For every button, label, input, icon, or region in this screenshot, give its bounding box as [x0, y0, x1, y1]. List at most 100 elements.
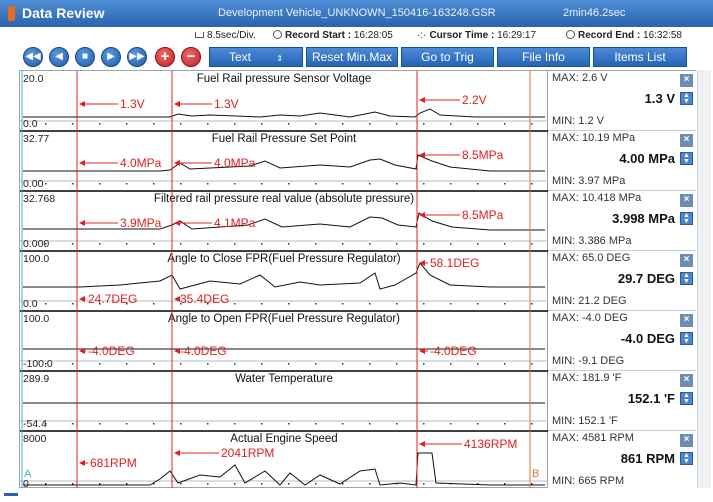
annotation-arrow [419, 212, 425, 218]
items-list-button[interactable]: Items List [593, 47, 687, 67]
y-axis-min: 0.0 [23, 118, 38, 130]
max-value: MAX: 4581 RPM [552, 432, 634, 444]
time-tick [99, 483, 101, 485]
annotation-label: 58.1DEG [430, 256, 479, 270]
time-tick [261, 423, 263, 425]
time-tick [180, 123, 182, 125]
annotation-arrow [79, 101, 85, 107]
reset-min-max-button[interactable]: Reset Min.Max [306, 47, 398, 67]
time-tick [423, 303, 425, 305]
time-tick [180, 363, 182, 365]
time-tick [99, 243, 101, 245]
record-duration: 2min46.2sec [563, 7, 626, 19]
zoom-in-button[interactable]: + [155, 47, 175, 67]
fast-forward-button[interactable]: ▶▶ [127, 47, 147, 67]
time-tick [369, 183, 371, 185]
step-forward-button[interactable]: ▶ [101, 47, 121, 67]
value-panels: MAX: 2.6 V 1.3 V MIN: 1.2 V × ▲ ▼ MAX: 10… [548, 70, 696, 489]
file-name: Development Vehicle_UNKNOWN_150416-16324… [218, 7, 496, 19]
close-icon[interactable]: × [680, 374, 693, 387]
time-tick [153, 303, 155, 305]
spinner-icon[interactable]: ▲ ▼ [680, 452, 693, 465]
close-icon[interactable]: × [680, 254, 693, 267]
step-back-button[interactable]: ◀ [49, 47, 69, 67]
time-tick [369, 363, 371, 365]
spinner-icon[interactable]: ▲ ▼ [680, 332, 693, 345]
time-tick [315, 243, 317, 245]
annotation-label: -4.0DEG [430, 344, 477, 358]
time-tick [261, 363, 263, 365]
time-tick [315, 423, 317, 425]
annotation-arrow [174, 450, 180, 456]
time-tick [423, 243, 425, 245]
time-tick [72, 423, 74, 425]
time-tick [207, 363, 209, 365]
annotation-label: 8.5MPa [462, 208, 504, 222]
spinner-icon[interactable]: ▲ ▼ [680, 212, 693, 225]
annotation-label: 3.9MPa [120, 216, 162, 230]
y-axis-max: 100.0 [23, 253, 49, 265]
time-tick [531, 303, 533, 305]
annotation-label: 24.7DEG [88, 292, 137, 306]
spinner-icon[interactable]: ▲ ▼ [680, 152, 693, 165]
scrollbar[interactable] [697, 70, 711, 488]
time-tick [261, 183, 263, 185]
time-tick [72, 303, 74, 305]
record-info-bar: 8.5sec/Div. Record Start : 16:28:05 ·:· C… [0, 27, 713, 46]
annotation-label: 2041RPM [221, 446, 274, 460]
max-value: MAX: 65.0 DEG [552, 252, 631, 264]
status-strip [0, 488, 713, 502]
rewind-fast-button[interactable]: ◀◀ [23, 47, 43, 67]
close-icon[interactable]: × [680, 194, 693, 207]
time-tick [504, 123, 506, 125]
app-title: Data Review [22, 5, 105, 21]
annotation-label: 1.3V [120, 97, 145, 111]
time-tick [342, 423, 344, 425]
time-tick [369, 483, 371, 485]
time-tick [126, 123, 128, 125]
go-to-trig-button[interactable]: Go to Trig [401, 47, 494, 67]
time-tick [396, 183, 398, 185]
chart-canvas[interactable]: Fuel Rail pressure Sensor Voltage 20.0 0.0… [20, 71, 549, 489]
time-tick [207, 183, 209, 185]
zoom-out-button[interactable]: − [181, 47, 201, 67]
min-value: MIN: 665 RPM [552, 475, 625, 487]
time-tick [369, 123, 371, 125]
annotation-label: 35.4DEG [180, 292, 229, 306]
spinner-icon[interactable]: ▲ ▼ [680, 272, 693, 285]
time-tick [288, 243, 290, 245]
time-tick [207, 123, 209, 125]
chart-area[interactable]: Fuel Rail pressure Sensor Voltage 20.0 0.0… [19, 70, 549, 489]
value-panel: MAX: 181.9 'F 152.1 'F MIN: 152.1 'F × ▲… [548, 371, 696, 431]
max-value: MAX: 10.418 MPa [552, 192, 642, 204]
time-tick [99, 363, 101, 365]
stop-button[interactable]: ■ [75, 47, 95, 67]
annotation-arrow [419, 97, 425, 103]
y-axis-max: 32.768 [23, 193, 55, 205]
text-dropdown[interactable]: Text ⇕ [209, 47, 303, 67]
y-axis-max: 20.0 [23, 73, 44, 85]
close-icon[interactable]: × [680, 434, 693, 447]
time-tick [342, 483, 344, 485]
time-tick [315, 483, 317, 485]
spinner-icon[interactable]: ▲ ▼ [680, 392, 693, 405]
app-logo-icon [8, 6, 15, 21]
time-tick [504, 483, 506, 485]
time-tick [315, 363, 317, 365]
time-tick [99, 423, 101, 425]
time-tick [45, 123, 47, 125]
close-icon[interactable]: × [680, 314, 693, 327]
time-tick [531, 423, 533, 425]
time-tick [396, 243, 398, 245]
time-tick [234, 363, 236, 365]
time-tick [288, 423, 290, 425]
value-panel: MAX: -4.0 DEG -4.0 DEG MIN: -9.1 DEG × ▲… [548, 311, 696, 371]
spinner-icon[interactable]: ▲ ▼ [680, 92, 693, 105]
time-tick [504, 303, 506, 305]
time-tick [72, 243, 74, 245]
file-info-button[interactable]: File Info [497, 47, 590, 67]
close-icon[interactable]: × [680, 134, 693, 147]
time-div-icon [195, 32, 204, 38]
close-icon[interactable]: × [680, 74, 693, 87]
time-tick [126, 183, 128, 185]
